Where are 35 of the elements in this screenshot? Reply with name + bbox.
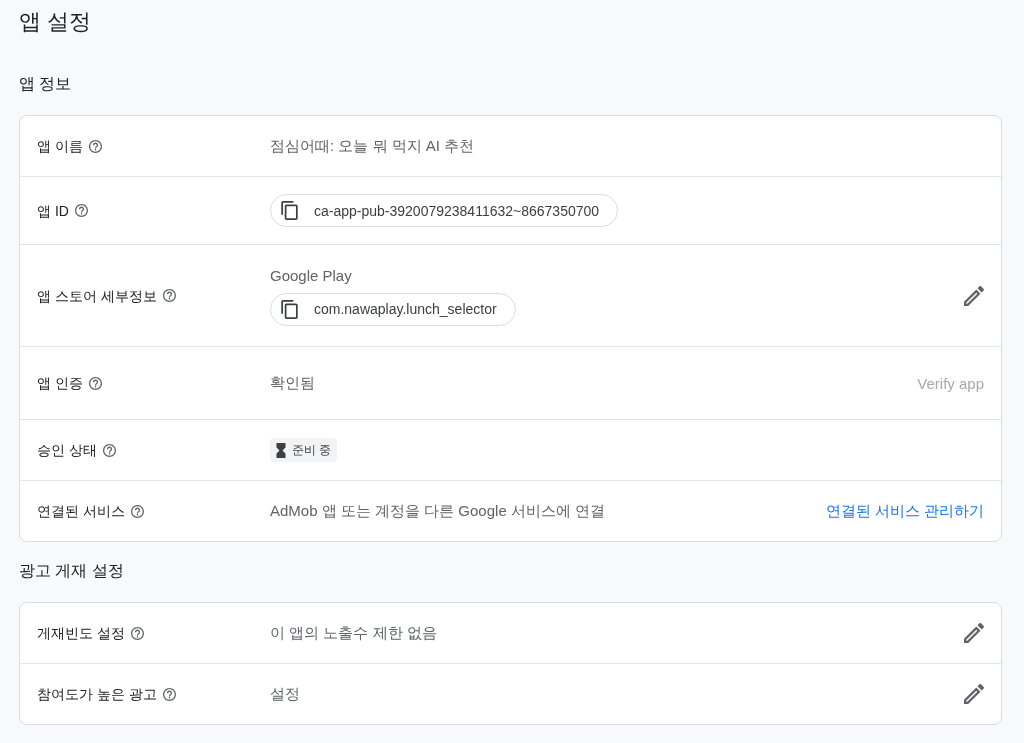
row-value: 설정 bbox=[270, 684, 300, 704]
store-name: Google Play bbox=[270, 265, 352, 286]
pencil-icon[interactable] bbox=[964, 684, 984, 704]
help-icon[interactable] bbox=[162, 687, 176, 701]
row-label: 참여도가 높은 광고 bbox=[37, 685, 157, 704]
page-title: 앱 설정 bbox=[19, 8, 93, 36]
row-label: 앱 ID bbox=[37, 201, 69, 221]
row-label: 승인 상태 bbox=[37, 441, 97, 460]
row-value: AdMob 앱 또는 계정을 다른 Google 서비스에 연결 bbox=[270, 501, 606, 521]
help-icon[interactable] bbox=[88, 376, 102, 390]
pencil-icon[interactable] bbox=[964, 285, 984, 306]
help-icon[interactable] bbox=[74, 204, 88, 217]
copy-chip[interactable]: ca-app-pub-3920079238411632~8667350700 bbox=[270, 194, 619, 227]
row-value: 이 앱의 노출수 제한 없음 bbox=[270, 623, 437, 643]
copy-chip[interactable]: com.nawaplay.lunch_selector bbox=[270, 292, 516, 326]
row-value: 점심어때: 오늘 뭐 먹지 AI 추천 bbox=[270, 136, 475, 156]
status-text: 준비 중 bbox=[292, 441, 332, 459]
row-label: 앱 이름 bbox=[37, 137, 83, 156]
pencil-icon[interactable] bbox=[964, 623, 984, 643]
help-icon[interactable] bbox=[88, 139, 102, 153]
hourglass-icon bbox=[276, 442, 286, 458]
row-label: 게재빈도 설정 bbox=[37, 624, 125, 643]
row-label: 앱 스토어 세부정보 bbox=[37, 286, 157, 306]
copy-icon bbox=[281, 201, 298, 220]
help-icon[interactable] bbox=[130, 504, 144, 518]
help-icon[interactable] bbox=[130, 626, 144, 640]
section-title: 앱 정보 bbox=[19, 74, 73, 94]
row-value: 확인됨 bbox=[270, 373, 315, 393]
help-icon[interactable] bbox=[102, 443, 116, 457]
section-title: 광고 게재 설정 bbox=[19, 561, 125, 581]
copy-icon bbox=[281, 299, 298, 319]
row-label: 연결된 서비스 bbox=[37, 502, 125, 521]
action-link[interactable]: 연결된 서비스 관리하기 bbox=[825, 501, 984, 521]
row-label: 앱 인증 bbox=[37, 374, 83, 393]
help-icon[interactable] bbox=[162, 289, 176, 302]
